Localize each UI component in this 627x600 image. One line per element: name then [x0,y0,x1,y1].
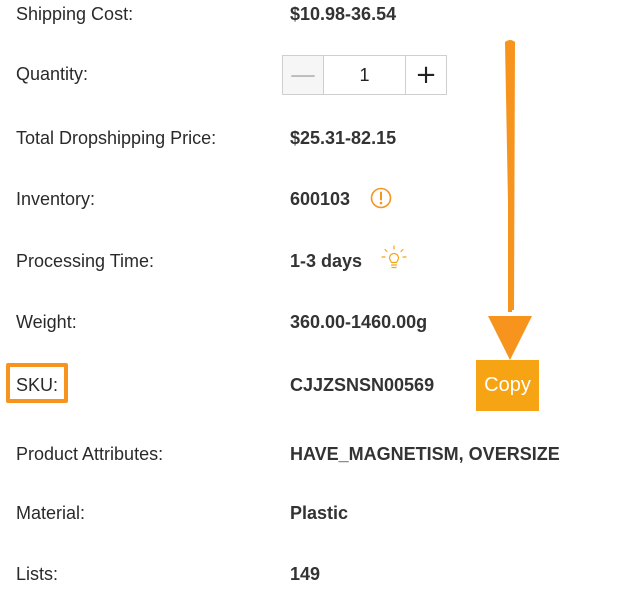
product-attributes-label: Product Attributes: [16,444,164,464]
lists-label: Lists: [16,564,59,584]
shipping-cost-label: Shipping Cost: [16,4,134,24]
exclamation-circle-icon[interactable] [370,187,392,209]
lists-value: 149 [290,564,321,584]
total-price-label: Total Dropshipping Price: [16,128,217,148]
product-attributes-value: HAVE_MAGNETISM, OVERSIZE [290,444,560,464]
material-value: Plastic [290,503,349,523]
quantity-label: Quantity: [16,64,89,84]
inventory-label: Inventory: [16,189,96,209]
weight-label: Weight: [16,312,77,332]
processing-time-value: 1-3 days [290,251,363,271]
shipping-cost-value: $10.98-36.54 [290,4,397,24]
arrow-down-icon [488,40,532,360]
quantity-input[interactable] [324,56,405,94]
quantity-stepper: — + [282,55,447,95]
inventory-value: 600103 [290,189,351,209]
quantity-increment-button[interactable]: + [405,56,446,94]
processing-time-label: Processing Time: [16,251,155,271]
total-price-value: $25.31-82.15 [290,128,397,148]
lightbulb-icon[interactable] [381,245,407,273]
copy-button[interactable]: Copy [476,360,539,411]
sku-label: SKU: [16,375,59,395]
material-label: Material: [16,503,86,523]
quantity-decrement-button[interactable]: — [283,56,324,94]
weight-value: 360.00-1460.00g [290,312,428,332]
sku-value: CJJZSNSN00569 [290,375,435,395]
